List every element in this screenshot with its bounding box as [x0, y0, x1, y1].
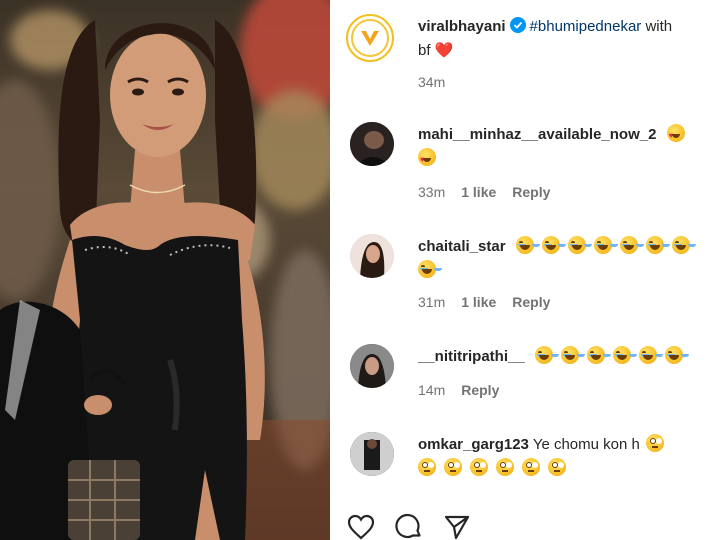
reply-button[interactable]: Reply	[512, 294, 550, 310]
avatar-photo	[350, 234, 394, 278]
comment-4: omkar_garg123 Ye chomu kon h	[418, 434, 672, 456]
avatar-photo	[350, 432, 394, 476]
comment-1-meta: 33m 1 like Reply	[418, 184, 566, 200]
comment-username[interactable]: mahi__minhaz__available_now_2	[418, 126, 656, 143]
laughing-emoji-icon	[671, 236, 690, 254]
caption-text-line2: bf	[418, 42, 431, 59]
verified-badge-icon	[509, 17, 526, 33]
post-author-username[interactable]: viralbhayani	[418, 18, 506, 35]
eye-roll-emoji-icon	[522, 458, 540, 476]
caption-line-2: bf ❤️	[418, 40, 453, 62]
paper-plane-icon	[444, 515, 470, 540]
laughing-emoji-icon	[534, 346, 553, 364]
comment-2: chaitali_star	[418, 236, 698, 258]
eye-roll-emoji-icon	[470, 458, 488, 476]
caption-hashtag-link[interactable]: #bhumipednekar	[530, 18, 642, 35]
comment-2-line2	[418, 260, 444, 282]
post-meta: 34m	[418, 74, 461, 90]
post-time: 34m	[418, 74, 446, 90]
comment-2-meta: 31m 1 like Reply	[418, 294, 566, 310]
laughing-emoji-icon	[593, 236, 612, 254]
like-button[interactable]	[346, 512, 376, 540]
comments-panel: viralbhayani #bhumipednekar with bf ❤️ 34…	[330, 0, 720, 540]
laughing-emoji-icon	[560, 346, 579, 364]
comment-4-line2	[418, 458, 574, 480]
laughing-emoji-icon	[586, 346, 605, 364]
comment-like-count[interactable]: 1 like	[461, 294, 496, 310]
heart-outline-icon	[347, 514, 375, 540]
avatar-photo	[350, 344, 394, 388]
laughing-emoji-icon	[664, 346, 683, 364]
reply-button[interactable]: Reply	[461, 382, 499, 398]
avatar-photo	[350, 122, 394, 166]
eye-roll-emoji-icon	[496, 458, 514, 476]
comment-avatar-3[interactable]	[350, 344, 394, 388]
comment-time: 14m	[418, 382, 446, 398]
comment-time: 31m	[418, 294, 446, 310]
laughing-emoji-icon	[567, 236, 586, 254]
comment-username[interactable]: omkar_garg123	[418, 436, 529, 453]
viral-logo-icon	[351, 19, 389, 57]
comment-username[interactable]: __nititripathi__	[418, 348, 525, 365]
eye-roll-emoji-icon	[548, 458, 566, 476]
comment-text: Ye chomu kon h	[532, 436, 640, 453]
comment-like-count[interactable]: 1 like	[461, 184, 496, 200]
laughing-emoji-icon	[515, 236, 534, 254]
post-author-avatar[interactable]	[346, 14, 394, 62]
post-action-bar	[346, 512, 472, 540]
comment-time: 33m	[418, 184, 446, 200]
reply-button[interactable]: Reply	[512, 184, 550, 200]
laughing-emoji-icon	[619, 236, 638, 254]
comment-1-line2	[418, 148, 444, 171]
woman-in-black-dress-image	[0, 20, 265, 540]
laughing-emoji-icon	[645, 236, 664, 254]
post-caption: viralbhayani #bhumipednekar with	[418, 16, 672, 38]
caption-text: with	[641, 18, 673, 35]
laughing-emoji-icon	[541, 236, 560, 254]
share-button[interactable]	[442, 512, 472, 540]
two-hearts-emoji-icon: ❤️	[434, 42, 454, 59]
post-media[interactable]	[0, 0, 330, 540]
comment-avatar-1[interactable]	[350, 122, 394, 166]
laughing-emoji-icon	[638, 346, 657, 364]
laughing-emojis	[534, 346, 691, 365]
eye-roll-emoji-icon	[418, 458, 436, 476]
eye-roll-emoji-icon	[444, 458, 462, 476]
comment-avatar-4[interactable]	[350, 432, 394, 476]
heart-eyes-emoji-icon	[418, 148, 436, 171]
comment-3-meta: 14m Reply	[418, 382, 515, 398]
comment-3: __nititripathi__	[418, 346, 691, 368]
laughing-emojis	[515, 236, 698, 255]
comment-bubble-icon	[395, 513, 421, 539]
heart-eyes-emoji-icon	[666, 124, 685, 147]
laughing-emoji-icon	[418, 260, 436, 278]
comment-username[interactable]: chaitali_star	[418, 238, 506, 255]
comment-button[interactable]	[394, 512, 424, 540]
comment-avatar-2[interactable]	[350, 234, 394, 278]
eye-roll-emoji-icon	[646, 434, 665, 452]
comment-1: mahi__minhaz__available_now_2	[418, 124, 693, 147]
laughing-emoji-icon	[612, 346, 631, 364]
